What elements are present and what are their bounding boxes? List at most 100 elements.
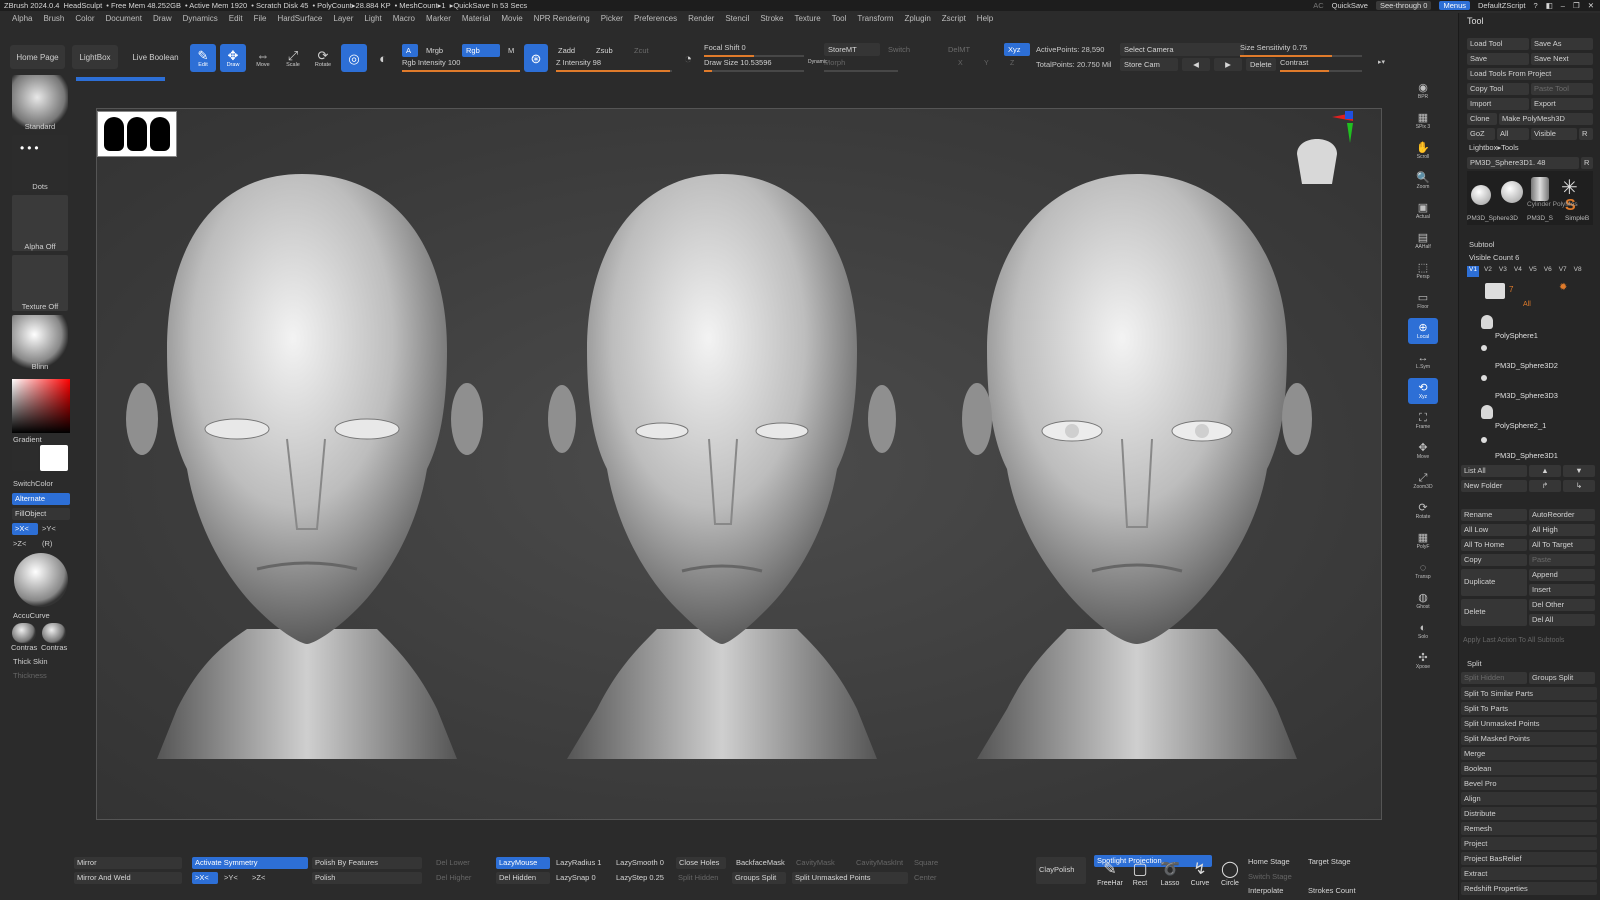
sphere-tool-icon[interactable] [1471,185,1491,205]
del-higher-button[interactable]: Del Higher [436,873,471,882]
split-hidden-button[interactable]: Split Hidden [1461,672,1527,684]
duplicate-button[interactable]: Duplicate [1461,569,1527,596]
menu-layer[interactable]: Layer [333,14,353,28]
actual-button[interactable]: ▣ Actual [1408,198,1438,224]
folder-icon[interactable] [1485,283,1505,299]
paste-subtool-button[interactable]: Paste [1529,554,1595,566]
live-boolean-button[interactable]: Live Boolean [128,45,183,69]
menu-file[interactable]: File [254,14,267,28]
list-all-button[interactable]: List All [1461,465,1527,477]
align-section[interactable]: Align [1461,792,1597,805]
groups-split-bottom-button[interactable]: Groups Split [732,872,786,884]
subtool-item-2[interactable]: PM3D_Sphere3D2 [1495,361,1558,370]
all-high-button[interactable]: All High [1529,524,1595,536]
minimize-icon[interactable]: – [1561,1,1565,10]
extract-section[interactable]: Extract [1461,867,1597,880]
help-icon[interactable]: ? [1534,1,1538,10]
alpha-button[interactable]: Alpha Off [12,195,68,251]
menu-brush[interactable]: Brush [43,14,64,28]
symmetry-x-toggle[interactable]: >X< [192,872,218,884]
eye-icon[interactable] [1481,345,1487,351]
current-tool-r-button[interactable]: R [1581,157,1593,169]
menu-color[interactable]: Color [75,14,94,28]
size-sensitivity-slider[interactable]: Size Sensitivity 0.75 [1240,43,1362,58]
lazystep-slider[interactable]: LazyStep 0.25 [616,873,664,882]
claypolish-button[interactable]: ClayPolish [1036,857,1086,884]
del-other-button[interactable]: Del Other [1529,599,1595,611]
menu-document[interactable]: Document [106,14,142,28]
subtool-header[interactable]: Subtool [1469,240,1494,249]
thick-skin-toggle[interactable]: Thick Skin [13,657,48,666]
cavitymask-toggle[interactable]: CavityMask [796,858,835,867]
xyz-toggle[interactable]: Xyz [1004,43,1030,56]
zadd-toggle[interactable]: Zadd [554,44,588,57]
lazyradius-slider[interactable]: LazyRadius 1 [556,858,601,867]
sym-z-toggle[interactable]: >Z< [13,539,26,548]
morph-slider[interactable]: Morph [824,58,898,73]
rotate-button[interactable]: ⟳ Rotate [1408,498,1438,524]
folder-out-icon[interactable]: ↳ [1563,480,1595,492]
polyf-button[interactable]: ▦ PolyF [1408,528,1438,554]
cylinder-tool-icon[interactable] [1531,177,1549,201]
store-cam-button[interactable]: Store Cam [1120,58,1178,71]
menu-edit[interactable]: Edit [229,14,243,28]
all-to-target-button[interactable]: All To Target [1529,539,1595,551]
menu-alpha[interactable]: Alpha [12,14,32,28]
groups-split-button[interactable]: Groups Split [1529,672,1595,684]
version-tab-v3[interactable]: V3 [1497,266,1509,277]
goz-visible-button[interactable]: Visible [1531,128,1577,140]
layout-icon[interactable]: ◧ [1546,1,1553,10]
version-tab-v7[interactable]: V7 [1557,266,1569,277]
ac-button[interactable]: AC [1313,1,1323,10]
save-next-button[interactable]: Save Next [1531,53,1593,65]
make-polymesh3d-button[interactable]: Make PolyMesh3D [1499,113,1593,125]
subtool-item-4[interactable]: PolySphere2_1 [1495,421,1546,430]
project-basrelief-section[interactable]: Project BasRelief [1461,852,1597,865]
polish-by-features-slider[interactable]: Polish By Features [312,857,422,869]
menu-stencil[interactable]: Stencil [725,14,749,28]
floor-button[interactable]: ▭ Floor [1408,288,1438,314]
standard-brush-button[interactable]: Standard [12,75,68,131]
mirror-and-weld-button[interactable]: Mirror And Weld [74,872,182,884]
all-to-home-button[interactable]: All To Home [1461,539,1527,551]
lazysmooth-slider[interactable]: LazySmooth 0 [616,858,664,867]
del-lower-button[interactable]: Del Lower [436,858,470,867]
move-up-icon[interactable]: ▲ [1529,465,1561,477]
menu-transform[interactable]: Transform [857,14,893,28]
interpolate-button[interactable]: Interpolate [1248,886,1283,895]
menu-macro[interactable]: Macro [393,14,415,28]
lsym-button[interactable]: ↔ L.Sym [1408,348,1438,374]
subtool-item-5[interactable]: PM3D_Sphere3D1 [1495,451,1558,460]
seethrough-slider[interactable]: See-through 0 [1375,1,1432,10]
curve-select-button[interactable]: ↯ Curve [1186,860,1214,892]
new-folder-button[interactable]: New Folder [1461,480,1527,492]
split-unmasked-points-button[interactable]: Split Unmasked Points [1461,717,1597,730]
texture-button[interactable]: Texture Off [12,255,68,311]
polish-slider[interactable]: Polish [312,872,422,884]
version-tab-v4[interactable]: V4 [1512,266,1524,277]
z-intensity-slider[interactable]: Z Intensity 98 [556,58,672,73]
thickness-slider[interactable]: Thickness [13,671,47,680]
restore-icon[interactable]: ❐ [1573,1,1580,10]
zoom-button[interactable]: 🔍 Zoom [1408,168,1438,194]
move-down-icon[interactable]: ▼ [1563,465,1595,477]
sym-x-toggle[interactable]: >X< [12,523,38,535]
visible-count-slider[interactable]: Visible Count 6 [1469,253,1519,262]
menu-zscript[interactable]: Zscript [942,14,966,28]
sym-y-toggle[interactable]: >Y< [42,524,56,533]
zoom3d-button[interactable]: ⤢ Zoom3D [1408,468,1438,494]
split-hidden-bottom-button[interactable]: Split Hidden [678,873,718,882]
head-sculpt-3[interactable] [962,174,1312,759]
contrast-sphere-1-icon[interactable] [12,623,36,643]
canvas-viewport[interactable] [96,108,1382,820]
split-section-header[interactable]: Split [1467,659,1482,668]
menus-button[interactable]: Menus [1439,1,1470,10]
delmt-button[interactable]: DelMT [944,43,996,56]
save-as-button[interactable]: Save As [1531,38,1593,50]
quicksave-button[interactable]: QuickSave [1332,1,1368,10]
menu-draw[interactable]: Draw [153,14,172,28]
secondary-color-swatch[interactable] [40,445,68,471]
select-camera-button[interactable]: Select Camera [1120,43,1244,56]
backfacemask-toggle[interactable]: BackfaceMask [736,858,785,867]
xyz-button[interactable]: ⟲ Xyz [1408,378,1438,404]
